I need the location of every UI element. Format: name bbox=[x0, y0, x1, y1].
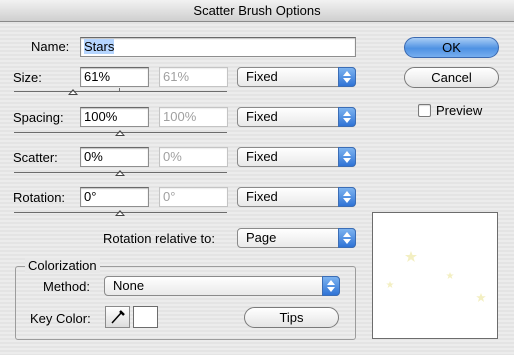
popup-arrows-icon bbox=[338, 107, 356, 127]
size-variation-popup[interactable]: Fixed bbox=[237, 67, 356, 87]
scatter-slider-handle[interactable] bbox=[115, 170, 125, 176]
rotation-relative-value: Page bbox=[246, 230, 277, 245]
rotation-label: Rotation: bbox=[13, 190, 66, 205]
spacing-slider-handle[interactable] bbox=[115, 130, 125, 136]
size-slider-center-tick bbox=[119, 88, 120, 92]
size-field[interactable]: 61% bbox=[80, 67, 149, 87]
scatter-brush-options-dialog: Scatter Brush Options Name: Stars Size: … bbox=[0, 0, 514, 355]
preview-stars bbox=[386, 251, 486, 302]
cancel-button[interactable]: Cancel bbox=[404, 67, 499, 88]
star-icon bbox=[446, 272, 454, 279]
key-color-label: Key Color: bbox=[30, 311, 91, 326]
spacing-max-field: 100% bbox=[159, 107, 228, 127]
popup-arrows-icon bbox=[338, 187, 356, 207]
name-field[interactable]: Stars bbox=[80, 37, 356, 57]
popup-arrows-icon bbox=[338, 228, 356, 248]
star-icon bbox=[476, 293, 486, 302]
key-color-swatch[interactable] bbox=[133, 306, 158, 328]
colorization-title: Colorization bbox=[25, 258, 100, 273]
popup-arrows-icon bbox=[322, 276, 340, 296]
popup-arrows-icon bbox=[338, 147, 356, 167]
name-label: Name: bbox=[31, 39, 70, 54]
size-label: Size: bbox=[13, 70, 42, 85]
method-popup[interactable]: None bbox=[104, 276, 340, 296]
star-icon bbox=[405, 251, 417, 262]
size-variation-value: Fixed bbox=[246, 69, 278, 84]
spacing-variation-value: Fixed bbox=[246, 109, 278, 124]
rotation-relative-label: Rotation relative to: bbox=[103, 231, 216, 246]
method-value: None bbox=[113, 278, 145, 293]
scatter-max-field: 0% bbox=[159, 147, 228, 167]
preview-checkbox[interactable] bbox=[418, 104, 431, 117]
method-label: Method: bbox=[43, 279, 90, 294]
scatter-variation-value: Fixed bbox=[246, 149, 278, 164]
size-slider-handle[interactable] bbox=[68, 89, 78, 95]
brush-preview-area bbox=[372, 212, 498, 339]
eyedropper-icon bbox=[111, 310, 125, 324]
name-value: Stars bbox=[84, 39, 115, 54]
rotation-field[interactable]: 0° bbox=[80, 187, 149, 207]
rotation-max-field: 0° bbox=[159, 187, 228, 207]
rotation-variation-value: Fixed bbox=[246, 189, 278, 204]
eyedropper-button[interactable] bbox=[105, 306, 130, 328]
window-title: Scatter Brush Options bbox=[0, 0, 514, 22]
size-slider-track[interactable] bbox=[14, 91, 227, 92]
spacing-variation-popup[interactable]: Fixed bbox=[237, 107, 356, 127]
popup-arrows-icon bbox=[338, 67, 356, 87]
scatter-variation-popup[interactable]: Fixed bbox=[237, 147, 356, 167]
scatter-field[interactable]: 0% bbox=[80, 147, 149, 167]
preview-label: Preview bbox=[436, 103, 483, 118]
scatter-label: Scatter: bbox=[13, 150, 58, 165]
spacing-label: Spacing: bbox=[13, 110, 64, 125]
size-max-field: 61% bbox=[159, 67, 228, 87]
rotation-slider-handle[interactable] bbox=[115, 210, 125, 216]
rotation-relative-popup[interactable]: Page bbox=[237, 228, 356, 248]
star-icon bbox=[386, 281, 394, 288]
tips-button[interactable]: Tips bbox=[244, 307, 339, 328]
rotation-variation-popup[interactable]: Fixed bbox=[237, 187, 356, 207]
spacing-field[interactable]: 100% bbox=[80, 107, 149, 127]
ok-button[interactable]: OK bbox=[404, 37, 499, 58]
